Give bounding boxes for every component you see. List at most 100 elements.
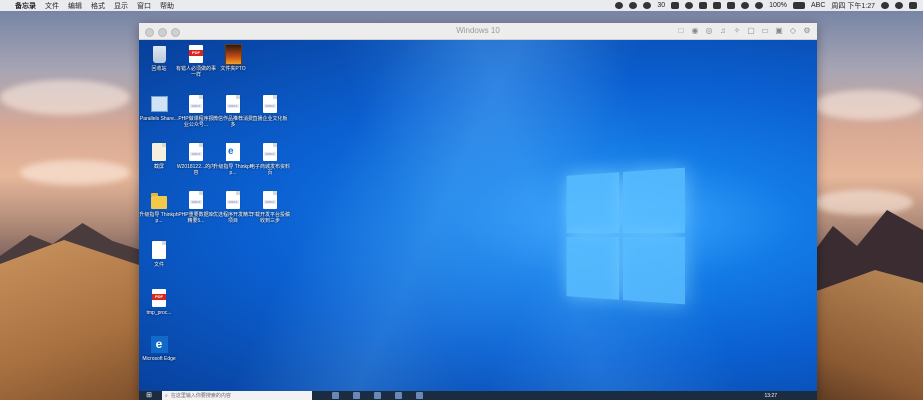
camera-icon[interactable] xyxy=(615,2,624,9)
icon-label: 优选程序开发精华项目 xyxy=(213,212,254,224)
volume-icon[interactable] xyxy=(755,2,764,9)
settings-icon[interactable]: ◎ xyxy=(705,26,713,35)
vpn-icon[interactable] xyxy=(685,2,694,9)
icon-label: 下载开发平台投稿收到三步 xyxy=(250,212,291,224)
edge-document-icon: e xyxy=(226,143,240,161)
desktop-icon-docx-4[interactable]: DOCX 微信作品推荐消费多 xyxy=(213,94,253,128)
desktop-icon-pdf-1[interactable]: PDF 有错人必须做的事一样 xyxy=(176,44,216,78)
desktop-icon-recycle-bin[interactable]: 回收站 xyxy=(139,44,179,72)
desktop-icon-parallels-share[interactable]: Parallels Share... xyxy=(139,94,179,122)
bluetooth-icon[interactable] xyxy=(727,2,736,9)
network-share-icon xyxy=(150,96,168,112)
file-icon xyxy=(152,241,166,259)
windows-logo-icon xyxy=(566,167,685,305)
docx-icon: DOCX xyxy=(189,143,203,161)
icon-label: 升级指导 Thinkphp... xyxy=(213,164,253,176)
icon-label: 直播企业文化板 xyxy=(252,116,288,122)
cloud xyxy=(0,80,130,115)
desktop-icon-docx-1[interactable]: DOCX PHP做课程序报业公众号... xyxy=(176,94,216,128)
docx-icon: DOCX xyxy=(226,191,240,209)
desktop-icon-docx-2[interactable]: DOCX W2018122...的内容 xyxy=(176,142,216,176)
menu-help[interactable]: 帮助 xyxy=(160,1,174,11)
pause-icon[interactable]: □ xyxy=(677,26,685,35)
recycle-bin-icon xyxy=(152,45,166,63)
store-taskbar-icon[interactable] xyxy=(395,392,402,399)
docx-icon: DOCX xyxy=(189,95,203,113)
desktop-icon-edge[interactable]: e Microsoft Edge xyxy=(139,334,179,362)
desktop-icon-docx-7[interactable]: DOCX 电子商城发布资料页 xyxy=(250,142,290,176)
print-icon[interactable]: ▭ xyxy=(761,26,769,35)
screen-icon[interactable] xyxy=(671,2,680,9)
camera-icon[interactable]: ▣ xyxy=(775,26,783,35)
menu-view[interactable]: 显示 xyxy=(114,1,128,11)
desktop-icon-docx-5[interactable]: DOCX 优选程序开发精华项目 xyxy=(213,190,253,224)
desktop-icon-edge-doc[interactable]: e 升级指导 Thinkphp... xyxy=(213,142,253,176)
edge-icon: e xyxy=(150,335,168,353)
menu-edit[interactable]: 编辑 xyxy=(68,1,82,11)
start-button[interactable]: ⊞ xyxy=(144,391,154,400)
network-icon[interactable]: ◇ xyxy=(789,26,797,35)
bell-icon[interactable] xyxy=(643,2,652,9)
icon-label: Microsoft Edge xyxy=(142,356,176,362)
desktop-icon-screenshots[interactable]: 截屏 xyxy=(139,142,179,170)
menu-file[interactable]: 文件 xyxy=(45,1,59,11)
usb-icon[interactable]: ✧ xyxy=(733,26,741,35)
menu-window[interactable]: 窗口 xyxy=(137,1,151,11)
vm-window: Windows 10 □ ◉ ◎ ♫ ✧ ▢ ▭ ▣ ◇ ⚙ 回收站 Paral… xyxy=(139,23,817,400)
record-icon[interactable]: ◉ xyxy=(691,26,699,35)
icon-label: PHP重要数据库精要5... xyxy=(178,212,214,224)
mac-menubar: 备忘录 文件 编辑 格式 显示 窗口 帮助 30 100% ABC 周四 下午1… xyxy=(0,0,923,11)
mic-icon[interactable]: ♫ xyxy=(719,26,727,35)
desktop-icon-game[interactable]: 文件夹PTO xyxy=(213,43,253,72)
status-count: 30 xyxy=(657,2,666,9)
folder-icon xyxy=(151,192,167,209)
spotlight-icon[interactable] xyxy=(881,2,889,9)
docx-icon: DOCX xyxy=(263,191,277,209)
game-icon xyxy=(224,43,242,65)
icon-label: PHP做课程序报业公众号... xyxy=(178,116,214,128)
display-icon[interactable] xyxy=(713,2,722,9)
icon-label: 回收站 xyxy=(151,66,167,72)
cloud xyxy=(813,190,913,215)
more-settings-icon[interactable]: ⚙ xyxy=(803,26,811,35)
notification-center-icon[interactable] xyxy=(909,2,917,9)
icon-label: 文件 xyxy=(153,262,164,268)
icon-label: tmp_proc... xyxy=(146,310,172,316)
wifi-icon[interactable] xyxy=(741,2,750,9)
siri-icon[interactable] xyxy=(895,2,903,9)
image-file-icon xyxy=(152,143,166,161)
desktop-icon-docx-8[interactable]: DOCX 下载开发平台投稿收到三步 xyxy=(250,190,290,224)
icon-label: 电子商城发布资料页 xyxy=(250,164,291,176)
airplay-icon[interactable] xyxy=(699,2,708,9)
vm-toolbar: □ ◉ ◎ ♫ ✧ ▢ ▭ ▣ ◇ ⚙ xyxy=(677,26,811,35)
taskbar-clock[interactable]: 13:27 xyxy=(764,393,777,399)
dune-right xyxy=(803,270,923,400)
icon-label: 截屏 xyxy=(153,164,164,170)
edge-taskbar-icon[interactable] xyxy=(353,392,360,399)
task-view-icon[interactable] xyxy=(332,392,339,399)
battery-icon[interactable] xyxy=(793,2,806,9)
windows-desktop[interactable]: 回收站 Parallels Share... 截屏 升级指导 Thinkphp.… xyxy=(139,40,817,400)
icon-label: 有错人必须做的事一样 xyxy=(176,66,217,78)
input-source[interactable]: ABC xyxy=(811,2,825,9)
desktop-icon-upgrade-guide-folder[interactable]: 升级指导 Thinkphp... xyxy=(139,190,179,224)
desktop-icon-tmp-pdf[interactable]: PDF tmp_proc... xyxy=(139,288,179,316)
search-box[interactable]: ⌕ 在这里输入你要搜索的内容 xyxy=(162,391,312,400)
wechat-icon[interactable] xyxy=(629,2,638,9)
share-icon[interactable]: ▢ xyxy=(747,26,755,35)
cloud xyxy=(20,160,130,185)
menu-format[interactable]: 格式 xyxy=(91,1,105,11)
icon-label: 微信作品推荐消费多 xyxy=(213,116,254,128)
docx-icon: DOCX xyxy=(226,95,240,113)
battery-percent: 100% xyxy=(769,2,788,9)
desktop-icon-docx-6[interactable]: DOCX 直播企业文化板 xyxy=(250,94,290,122)
mail-taskbar-icon[interactable] xyxy=(416,392,423,399)
vm-titlebar[interactable]: Windows 10 □ ◉ ◎ ♫ ✧ ▢ ▭ ▣ ◇ ⚙ xyxy=(139,23,817,40)
explorer-taskbar-icon[interactable] xyxy=(374,392,381,399)
docx-icon: DOCX xyxy=(263,143,277,161)
desktop-icon-docx-3[interactable]: DOCX PHP重要数据库精要5... xyxy=(176,190,216,224)
menubar-clock[interactable]: 周四 下午1:27 xyxy=(831,1,875,11)
desktop-icon-file[interactable]: 文件 xyxy=(139,240,179,268)
icon-label: W2018122...的内容 xyxy=(176,164,216,176)
app-menu[interactable]: 备忘录 xyxy=(15,1,36,11)
